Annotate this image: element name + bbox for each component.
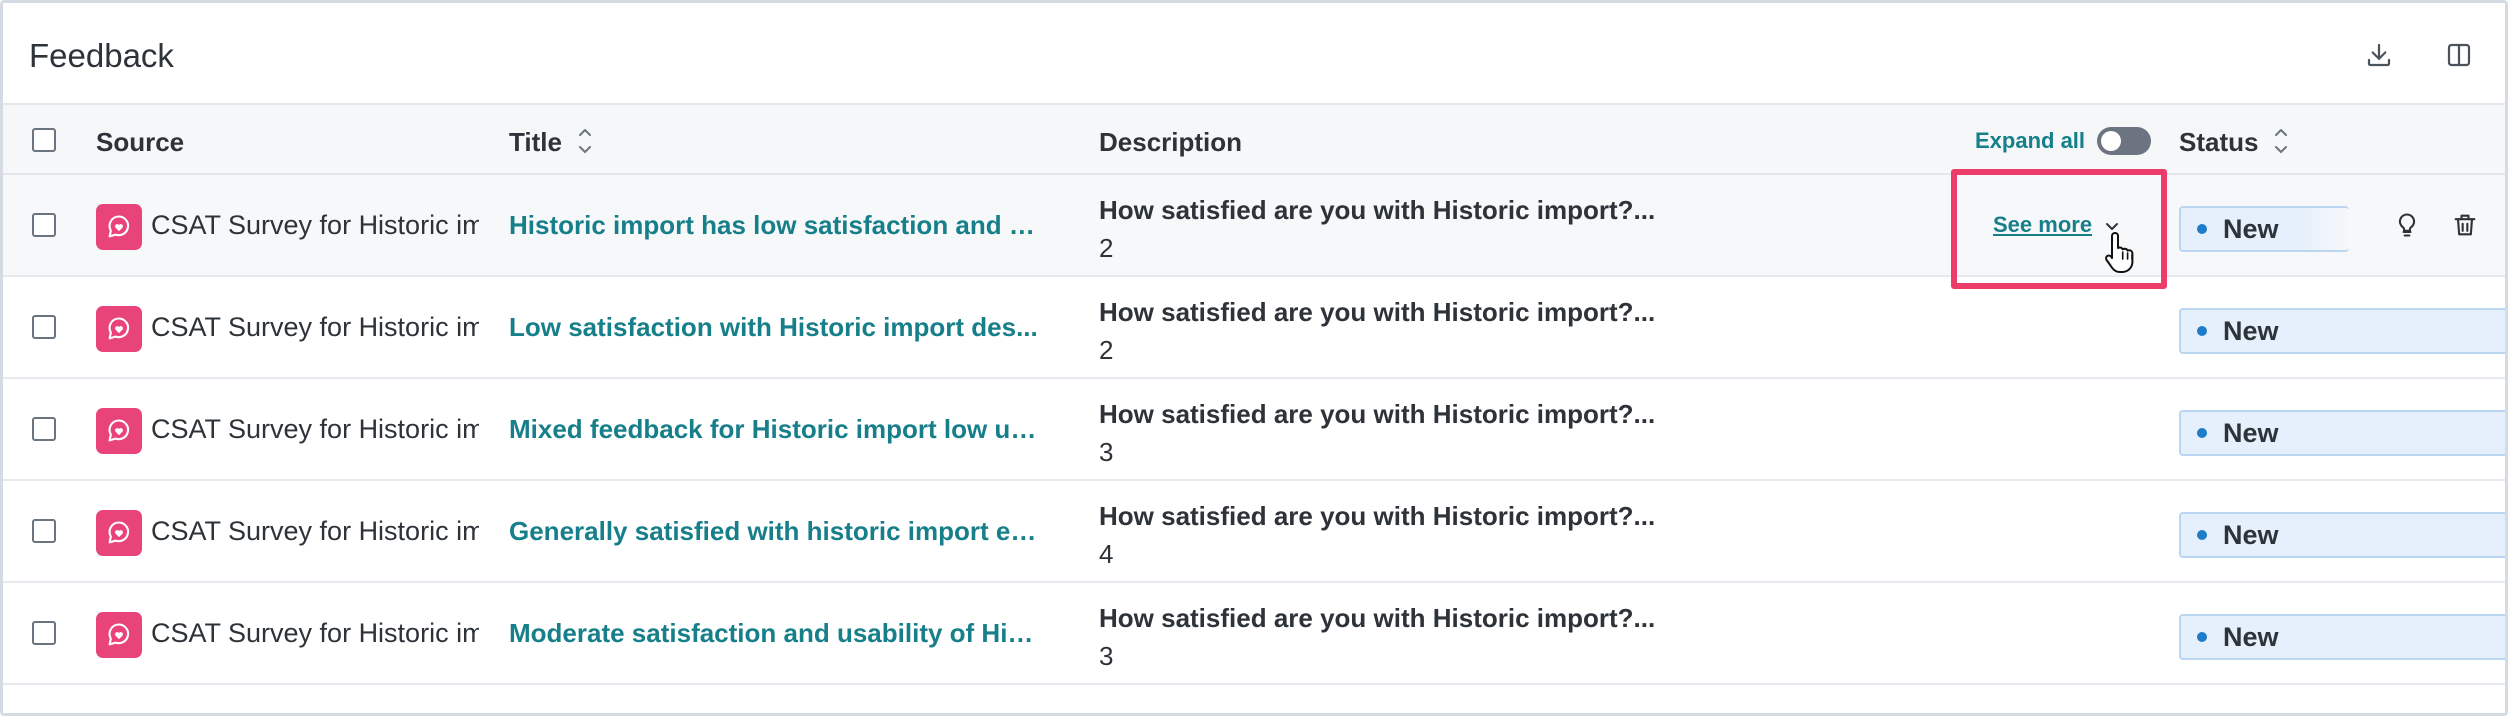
status-dot: [2197, 428, 2207, 438]
page-title: Feedback: [29, 37, 174, 74]
table-row[interactable]: CSAT Survey for Historic im Mixed feedba…: [3, 379, 2505, 481]
feedback-title-link[interactable]: Generally satisfied with historic import…: [509, 516, 1039, 547]
description-text: How satisfied are you with Historic impo…: [1099, 501, 1656, 531]
hand-cursor-icon: [2105, 232, 2134, 273]
rating-value: 4: [1099, 539, 1114, 569]
table-row[interactable]: CSAT Survey for Historic im Low satisfac…: [3, 277, 2505, 379]
description-text: How satisfied are you with Historic impo…: [1099, 399, 1656, 429]
status-label: New: [2223, 417, 2279, 448]
status-label: New: [2223, 315, 2279, 346]
status-badge[interactable]: New: [2179, 512, 2505, 558]
trash-icon: [2454, 214, 2476, 236]
status-dot: [2197, 632, 2207, 642]
status-dot: [2197, 326, 2207, 336]
status-label: New: [2223, 519, 2279, 550]
expand-all-toggle[interactable]: [2097, 127, 2152, 155]
status-label: New: [2223, 213, 2279, 244]
rating-value: 2: [1099, 335, 1114, 365]
feedback-source-icon: [96, 204, 142, 250]
panel-header: Feedback: [3, 3, 2505, 105]
table-footer-edge: [3, 702, 2505, 713]
description-text: How satisfied are you with Historic impo…: [1099, 297, 1656, 327]
source-name: CSAT Survey for Historic im: [151, 210, 479, 240]
source-name: CSAT Survey for Historic im: [151, 618, 479, 648]
status-label: New: [2223, 621, 2279, 652]
status-badge[interactable]: New: [2179, 206, 2349, 252]
sort-title-icon[interactable]: [575, 123, 595, 159]
status-badge[interactable]: New: [2179, 410, 2505, 456]
table-header: Source Title Description Expand all Stat…: [3, 105, 2505, 175]
column-source: Source: [96, 127, 185, 157]
source-name: CSAT Survey for Historic im: [151, 312, 479, 342]
status-dot: [2197, 224, 2207, 234]
status-badge[interactable]: New: [2179, 614, 2505, 660]
expand-all-label[interactable]: Expand all: [1975, 128, 2085, 154]
lightbulb-icon: [2398, 213, 2416, 237]
status-dot: [2197, 530, 2207, 540]
description-text: How satisfied are you with Historic impo…: [1099, 195, 1656, 225]
source-name: CSAT Survey for Historic im: [151, 414, 479, 444]
status-badge[interactable]: New: [2179, 308, 2505, 354]
source-name: CSAT Survey for Historic im: [151, 516, 479, 546]
column-description: Description: [1099, 127, 1243, 157]
table-row[interactable]: CSAT Survey for Historic im Moderate sat…: [3, 583, 2505, 685]
feedback-source-icon: [96, 408, 142, 454]
column-status: Status: [2179, 127, 2259, 157]
feedback-title-link[interactable]: Low satisfaction with Historic import de…: [509, 312, 1039, 343]
toggle-panel-button[interactable]: [2437, 33, 2481, 77]
feedback-source-icon: [96, 612, 142, 658]
feedback-title-link[interactable]: Historic import has low satisfaction and…: [509, 210, 1039, 241]
select-all-checkbox[interactable]: [32, 128, 56, 152]
row-checkbox[interactable]: [32, 621, 56, 645]
table-row[interactable]: CSAT Survey for Historic im Generally sa…: [3, 481, 2505, 583]
download-icon: [2367, 43, 2391, 67]
rating-value: 3: [1099, 641, 1114, 671]
expand-all-control[interactable]: Expand all: [1975, 125, 2152, 157]
feedback-source-icon: [96, 306, 142, 352]
feedback-title-link[interactable]: Moderate satisfaction and usability of H…: [509, 618, 1039, 649]
sort-status-icon[interactable]: [2271, 123, 2291, 159]
feedback-panel: Feedback Source Title Description Expand…: [0, 0, 2508, 716]
rating-value: 2: [1099, 233, 1114, 263]
rating-value: 3: [1099, 437, 1114, 467]
split-panel-icon: [2447, 43, 2471, 67]
delete-button[interactable]: [2445, 205, 2485, 245]
insight-button[interactable]: [2387, 205, 2427, 245]
row-checkbox[interactable]: [32, 213, 56, 237]
feedback-title-link[interactable]: Mixed feedback for Historic import low u…: [509, 414, 1039, 445]
see-more-link[interactable]: See more: [1993, 212, 2092, 238]
toggle-knob: [2101, 131, 2122, 151]
description-text: How satisfied are you with Historic impo…: [1099, 603, 1656, 633]
download-button[interactable]: [2357, 33, 2401, 77]
feedback-source-icon: [96, 510, 142, 556]
column-title[interactable]: Title: [509, 127, 562, 158]
row-checkbox[interactable]: [32, 315, 56, 339]
row-checkbox[interactable]: [32, 417, 56, 441]
row-checkbox[interactable]: [32, 519, 56, 543]
